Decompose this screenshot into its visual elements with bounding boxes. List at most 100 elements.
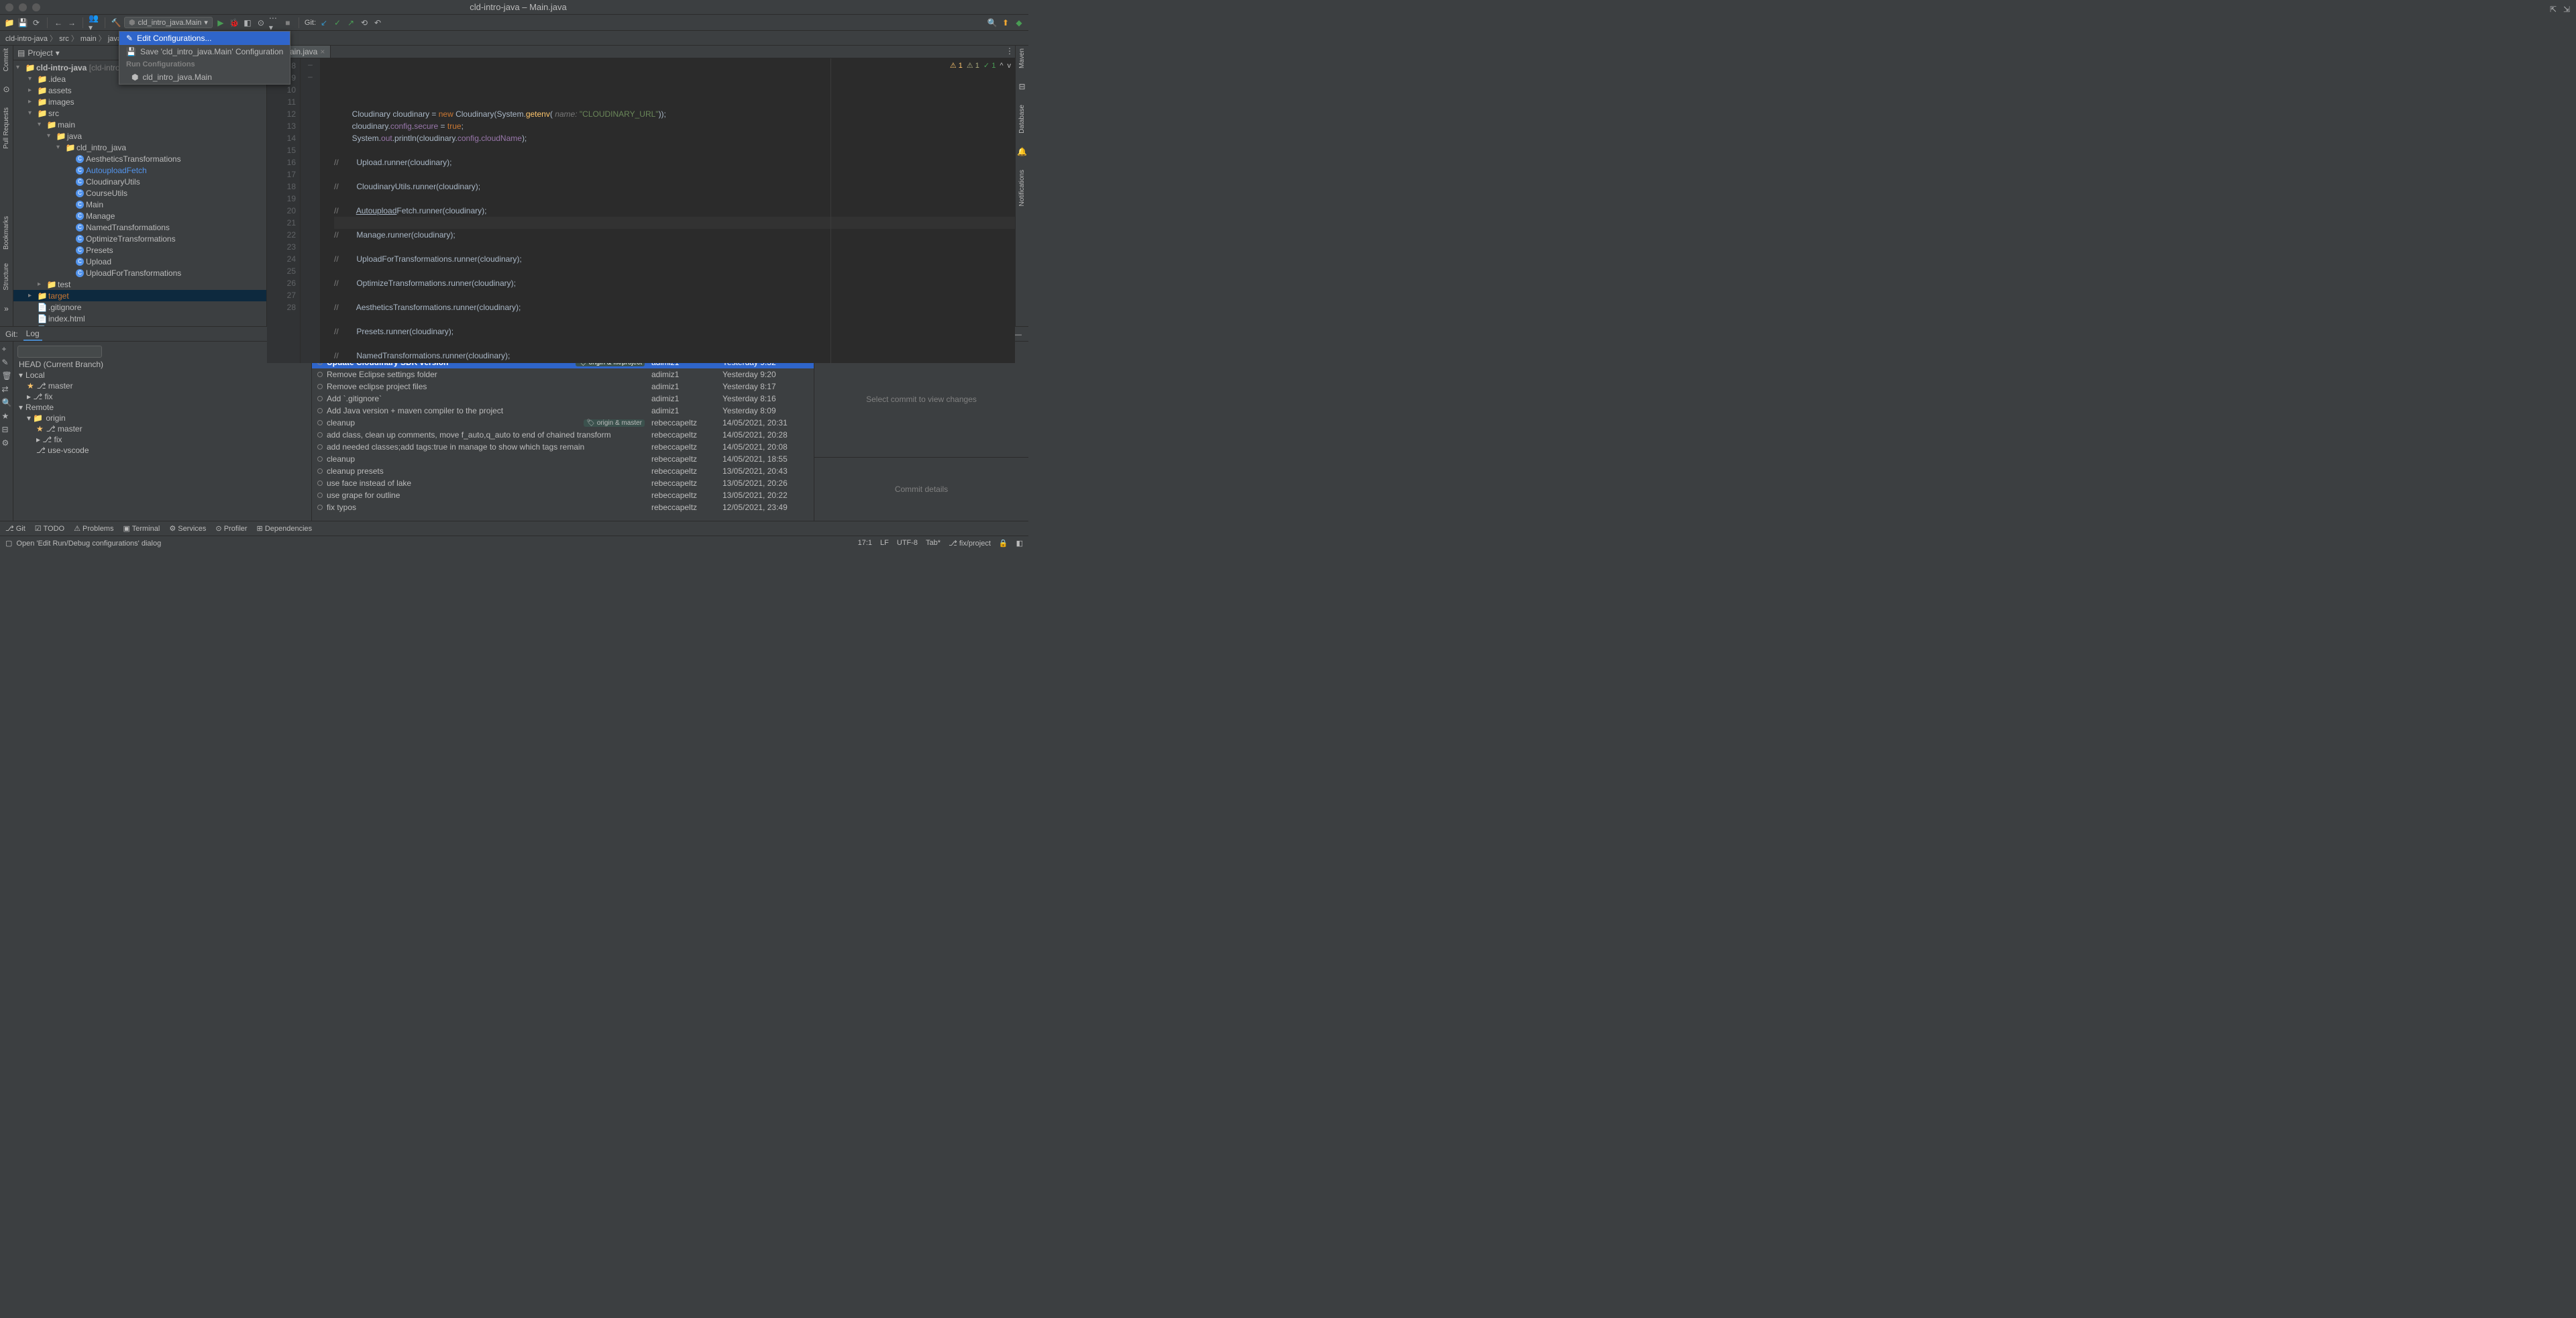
branch-item[interactable]: ▸ ⎇ fix: [13, 434, 311, 445]
close-window[interactable]: [5, 3, 13, 11]
tool-profiler[interactable]: ⊙ Profiler: [215, 524, 247, 533]
tree-row[interactable]: ▾📁src: [13, 107, 266, 119]
favorite-icon[interactable]: ★: [2, 411, 11, 421]
search-icon[interactable]: 🔍: [2, 398, 11, 407]
git-commit-icon[interactable]: ✓: [332, 17, 343, 28]
run-icon[interactable]: ▶: [215, 17, 226, 28]
commit-row[interactable]: Remove Eclipse settings folderadimiz1Yes…: [312, 368, 814, 381]
commit-tool[interactable]: Commit: [3, 48, 10, 71]
tool-terminal[interactable]: ▣ Terminal: [123, 524, 160, 533]
forward-icon[interactable]: →: [66, 17, 77, 28]
edit-configurations-item[interactable]: ✎ Edit Configurations...: [119, 32, 290, 45]
database-tool[interactable]: Database: [1018, 105, 1026, 134]
tree-row[interactable]: ▸📁images: [13, 96, 266, 107]
commit-row[interactable]: use grape for outlinerebeccapeltz13/05/2…: [312, 489, 814, 501]
pull-requests-tool[interactable]: Pull Requests: [3, 107, 10, 149]
profile-icon[interactable]: ⊙: [256, 17, 266, 28]
caret-position[interactable]: 17:1: [858, 539, 872, 548]
save-icon[interactable]: 💾: [17, 17, 28, 28]
structure-tool[interactable]: Structure: [3, 263, 10, 291]
tree-row[interactable]: 📄index.html: [13, 313, 266, 324]
compare-icon[interactable]: ⇄: [2, 385, 11, 394]
git-push-icon[interactable]: ↗: [345, 17, 356, 28]
tree-row[interactable]: ▾📁main: [13, 119, 266, 130]
tree-row[interactable]: 📄LICENSE: [13, 324, 266, 326]
tree-row[interactable]: ▸📁target: [13, 290, 266, 301]
settings-icon[interactable]: ⚙: [2, 438, 11, 448]
tree-row[interactable]: CPresets: [13, 244, 266, 256]
search-icon[interactable]: 🔍: [987, 17, 998, 28]
tool-dependencies[interactable]: ⊞ Dependencies: [257, 524, 313, 533]
run-config-item[interactable]: ⬢ cld_intro_java.Main: [119, 70, 290, 84]
git-branch-status[interactable]: ⎇ fix/project: [949, 539, 991, 548]
bookmarks-tool[interactable]: Bookmarks: [3, 216, 10, 250]
checkout-icon[interactable]: ✎: [2, 358, 11, 367]
ide-upgrade-icon[interactable]: ⬆: [1000, 17, 1011, 28]
coverage-icon[interactable]: ◧: [242, 17, 253, 28]
commit-row[interactable]: Add Java version + maven compiler to the…: [312, 405, 814, 417]
chevron-down-icon[interactable]: v: [1008, 60, 1012, 72]
tree-row[interactable]: 📄.gitignore: [13, 301, 266, 313]
file-encoding[interactable]: UTF-8: [897, 539, 918, 548]
new-branch-icon[interactable]: +: [2, 344, 11, 354]
git-branches-panel[interactable]: HEAD (Current Branch) ▾ Local ★ ⎇ master…: [13, 342, 312, 521]
local-header[interactable]: ▾ Local: [13, 370, 311, 381]
commit-row[interactable]: Remove eclipse project filesadimiz1Yeste…: [312, 381, 814, 393]
line-separator[interactable]: LF: [880, 539, 889, 548]
tree-row[interactable]: CUploadForTransformations: [13, 267, 266, 278]
tree-row[interactable]: CManage: [13, 210, 266, 221]
tool-services[interactable]: ⚙ Services: [169, 524, 206, 533]
tool-todo[interactable]: ☑ TODO: [35, 524, 64, 533]
tree-row[interactable]: ▾📁java: [13, 130, 266, 142]
tool-problems[interactable]: ⚠ Problems: [74, 524, 113, 533]
tree-row[interactable]: COptimizeTransformations: [13, 233, 266, 244]
project-tool-icon[interactable]: ⊙: [3, 85, 9, 94]
commit-row[interactable]: fix typosrebeccapeltz12/05/2021, 23:49: [312, 501, 814, 513]
back-icon[interactable]: ←: [53, 17, 64, 28]
git-update-icon[interactable]: ↙: [319, 17, 329, 28]
expand-all-icon[interactable]: ⇱: [2548, 4, 2559, 15]
tree-row[interactable]: CNamedTransformations: [13, 221, 266, 233]
tree-row[interactable]: ▸📁assets: [13, 85, 266, 96]
remote-header[interactable]: ▾ Remote: [13, 402, 311, 413]
git-log-tab[interactable]: Log: [23, 327, 42, 341]
commit-row[interactable]: Add `.gitignore`adimiz1Yesterday 8:16: [312, 393, 814, 405]
add-config-icon[interactable]: 👥▾: [89, 17, 99, 28]
tree-row[interactable]: ▸📁test: [13, 278, 266, 290]
delete-icon[interactable]: 🗑: [2, 371, 11, 381]
minimize-window[interactable]: [19, 3, 27, 11]
branch-item[interactable]: ★ ⎇ master: [13, 423, 311, 434]
crumb[interactable]: src: [59, 35, 69, 43]
branch-item[interactable]: ▸ ⎇ fix: [13, 391, 311, 402]
open-icon[interactable]: 📁: [4, 17, 15, 28]
commit-row[interactable]: cleanup presetsrebeccapeltz13/05/2021, 2…: [312, 465, 814, 477]
stop-icon[interactable]: ■: [282, 17, 293, 28]
refresh-icon[interactable]: ⟳: [31, 17, 42, 28]
branch-item[interactable]: ⎇ use-vscode: [13, 445, 311, 456]
commit-list[interactable]: Update Cloudinary SDK version🏷 origin & …: [312, 356, 814, 521]
database-tool-icon[interactable]: ⊟: [1018, 82, 1025, 91]
attach-icon[interactable]: ⋯▾: [269, 17, 280, 28]
save-configuration-item[interactable]: 💾 Save 'cld_intro_java.Main' Configurati…: [119, 45, 290, 58]
tree-row[interactable]: CCourseUtils: [13, 187, 266, 199]
lock-icon[interactable]: 🔒: [999, 539, 1008, 548]
chevron-down-icon[interactable]: ▾: [56, 48, 60, 58]
tree-row[interactable]: CAestheticsTransformations: [13, 153, 266, 164]
indent-info[interactable]: Tab*: [926, 539, 941, 548]
project-tree[interactable]: ▾📁cld-intro-java [cld-intro-▾📁.idea▸📁ass…: [13, 60, 266, 326]
origin-header[interactable]: ▾ 📁 origin: [13, 413, 311, 423]
tree-row[interactable]: CCloudinaryUtils: [13, 176, 266, 187]
commit-details-link[interactable]: Commit details: [895, 485, 948, 494]
tree-row[interactable]: CUpload: [13, 256, 266, 267]
inspections-widget[interactable]: ⚠ 1 ⚠ 1 ✓ 1 ^ v: [950, 60, 1011, 72]
more-tools-icon[interactable]: »: [4, 304, 9, 313]
zoom-window[interactable]: [32, 3, 40, 11]
crumb[interactable]: cld-intro-java: [5, 35, 48, 43]
code-area[interactable]: ⚠ 1 ⚠ 1 ✓ 1 ^ v Cloudinary cloudinary = …: [321, 58, 1015, 363]
run-config-selector[interactable]: ⬢ cld_intro_java.Main ▾: [124, 17, 213, 28]
notifications-tool[interactable]: Notifications: [1018, 170, 1026, 206]
commit-row[interactable]: add needed classes;add tags:true in mana…: [312, 441, 814, 453]
commit-row[interactable]: use face instead of lakerebeccapeltz13/0…: [312, 477, 814, 489]
chevron-up-icon[interactable]: ^: [1000, 60, 1003, 72]
tree-row[interactable]: CAutouploadFetch: [13, 164, 266, 176]
